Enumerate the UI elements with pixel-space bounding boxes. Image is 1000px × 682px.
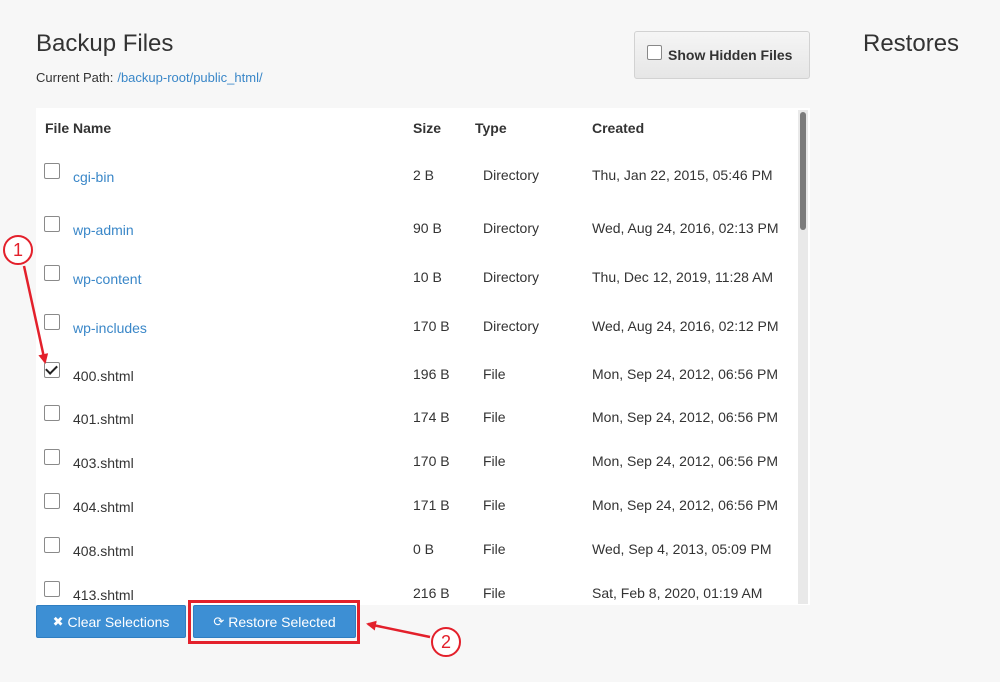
file-size: 10 B: [413, 269, 442, 285]
current-path-link[interactable]: /backup-root/public_html/: [117, 70, 262, 85]
file-type: File: [483, 366, 506, 382]
file-type: Directory: [483, 166, 540, 183]
clear-selections-button[interactable]: ✖ Clear Selections: [36, 605, 186, 638]
row-checkbox[interactable]: [44, 265, 60, 281]
restore-button-highlight: [188, 600, 360, 644]
file-name[interactable]: wp-admin: [73, 222, 134, 238]
table-row[interactable]: wp-admin 90 B Directory Wed, Aug 24, 2016, …: [36, 201, 798, 256]
file-size: 171 B: [413, 497, 450, 513]
table-row[interactable]: 413.shtml 216 B File Sat, Feb 8, 2020, 01:1…: [36, 571, 798, 605]
row-checkbox[interactable]: [44, 314, 60, 330]
arrow-to-restore-button: [366, 620, 431, 639]
file-size: 170 B: [413, 453, 450, 469]
row-checkbox[interactable]: [44, 362, 60, 378]
file-type: File: [483, 541, 506, 557]
close-icon: ✖: [52, 613, 64, 629]
file-name: 400.shtml: [73, 368, 134, 384]
file-size: 2 B: [413, 166, 435, 183]
file-type: Directory: [483, 318, 540, 334]
file-name: 401.shtml: [73, 411, 134, 427]
file-type: Directory: [483, 220, 540, 236]
file-type: File: [483, 497, 506, 513]
file-created: Mon, Sep 24, 2012, 06:56 PM: [592, 409, 779, 425]
file-name: 408.shtml: [73, 543, 134, 559]
file-size: 90 B: [413, 220, 442, 236]
file-name: 403.shtml: [73, 455, 134, 471]
row-checkbox[interactable]: [44, 493, 60, 509]
clear-selections-label: Clear Selections: [67, 613, 170, 630]
callout-1: 1: [3, 235, 33, 265]
file-size: 196 B: [413, 366, 450, 382]
table-row[interactable]: cgi-bin 2 B Directory Thu, Jan 22, 2015, 05…: [36, 148, 798, 202]
table-row[interactable]: 401.shtml 174 B File Mon, Sep 24, 2012, 06:…: [36, 395, 798, 440]
file-size: 170 B: [413, 318, 450, 334]
current-path-label: Current Path:: [36, 70, 114, 85]
file-created: Mon, Sep 24, 2012, 06:56 PM: [592, 366, 779, 382]
file-type: File: [483, 585, 506, 601]
file-type: File: [483, 453, 506, 469]
file-name[interactable]: wp-content: [73, 271, 141, 287]
row-checkbox[interactable]: [44, 537, 60, 553]
page-title: Backup Files: [36, 30, 174, 57]
file-created: Mon, Sep 24, 2012, 06:56 PM: [592, 497, 779, 513]
file-created: Wed, Sep 4, 2013, 05:09 PM: [592, 541, 772, 557]
restores-title: Restores: [863, 30, 960, 57]
row-checkbox[interactable]: [44, 216, 60, 232]
file-size: 0 B: [413, 541, 435, 557]
row-checkbox[interactable]: [44, 162, 60, 179]
scrollbar-thumb[interactable]: [800, 112, 806, 230]
file-type: File: [483, 409, 506, 425]
backup-files-table: File Name Size Type Created cgi-bin 2 B Di…: [36, 108, 810, 605]
file-name[interactable]: wp-includes: [73, 320, 147, 336]
file-created: Thu, Jan 22, 2015, 05:46 PM: [592, 166, 773, 183]
file-size: 174 B: [413, 409, 450, 425]
file-created: Wed, Aug 24, 2016, 02:12 PM: [592, 318, 779, 334]
file-created: Thu, Dec 12, 2019, 11:28 AM: [592, 269, 774, 285]
file-name: 404.shtml: [73, 499, 134, 515]
file-created: Mon, Sep 24, 2012, 06:56 PM: [592, 453, 779, 469]
table-row[interactable]: wp-content 10 B Directory Thu, Dec 12, 2019…: [36, 255, 798, 300]
file-size: 216 B: [413, 585, 450, 601]
table-row[interactable]: 408.shtml 0 B File Wed, Sep 4, 2013, 05:09 …: [36, 527, 798, 572]
row-checkbox[interactable]: [44, 405, 60, 421]
show-hidden-files-toggle[interactable]: Show Hidden Files: [634, 31, 810, 79]
table-row[interactable]: 403.shtml 170 B File Mon, Sep 24, 2012, 06:…: [36, 439, 798, 484]
callout-2: 2: [431, 627, 461, 657]
file-name: 413.shtml: [73, 587, 134, 603]
column-header-created[interactable]: Created: [592, 120, 644, 136]
table-row[interactable]: 400.shtml 196 B File Mon, Sep 24, 2012, 06:…: [36, 353, 798, 396]
file-type: Directory: [483, 269, 540, 285]
column-header-size[interactable]: Size: [413, 120, 441, 136]
table-header: File Name Size Type Created: [36, 108, 798, 150]
current-path: Current Path:/backup-root/public_html/: [36, 70, 263, 85]
show-hidden-checkbox[interactable]: [647, 44, 662, 60]
row-checkbox[interactable]: [44, 581, 60, 597]
row-checkbox[interactable]: [44, 449, 60, 465]
table-row[interactable]: wp-includes 170 B Directory Wed, Aug 24, 20…: [36, 299, 798, 354]
table-scrollbar[interactable]: [798, 110, 808, 604]
table-row[interactable]: 404.shtml 171 B File Mon, Sep 24, 2012, 06:…: [36, 483, 798, 528]
file-created: Wed, Aug 24, 2016, 02:13 PM: [592, 220, 779, 236]
column-header-type[interactable]: Type: [475, 120, 507, 136]
show-hidden-label: Show Hidden Files: [668, 47, 793, 63]
column-header-file-name[interactable]: File Name: [45, 120, 111, 136]
file-created: Sat, Feb 8, 2020, 01:19 AM: [592, 585, 763, 601]
file-name[interactable]: cgi-bin: [73, 169, 114, 185]
